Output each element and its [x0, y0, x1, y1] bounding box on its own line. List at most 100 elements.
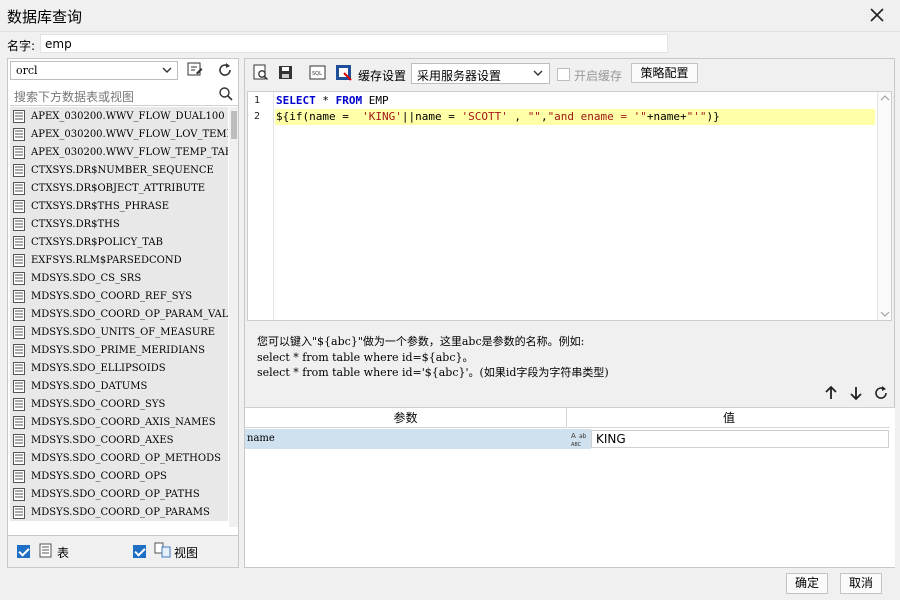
list-item[interactable]: CTXSYS.DR$NUMBER_SEQUENCE [10, 161, 228, 179]
strategy-config-button[interactable]: 策略配置 [631, 63, 698, 83]
list-item[interactable]: MDSYS.SDO_COORD_OPS [10, 467, 228, 485]
table-icon [13, 343, 25, 357]
code-string: "and ename = '" [547, 110, 647, 123]
table-name: APEX_030200.WWV_FLOW_TEMP_TABLE [31, 146, 228, 158]
table-icon [13, 433, 25, 447]
table-name: APEX_030200.WWV_FLOW_LOV_TEMP [31, 128, 228, 140]
cache-settings-icon[interactable] [335, 64, 353, 82]
table-icon [13, 469, 25, 483]
list-item[interactable]: MDSYS.SDO_COORD_OP_METHODS [10, 449, 228, 467]
table-search[interactable]: 搜索下方数据表或视图 [10, 84, 238, 106]
table-icon [13, 127, 25, 141]
code-string: "'" [686, 110, 707, 123]
table-icon [13, 379, 25, 393]
table-name: CTXSYS.DR$POLICY_TAB [31, 236, 163, 248]
move-up-icon[interactable] [823, 385, 839, 401]
list-item[interactable]: MDSYS.SDO_COORD_OP_PARAMS [10, 503, 228, 521]
value-type-button[interactable]: A ab ABC [567, 429, 591, 449]
refresh-icon [219, 63, 231, 76]
code-token: ${if(name = [276, 110, 356, 123]
code-token: , [540, 110, 548, 123]
preview-icon[interactable] [252, 64, 270, 82]
scroll-down-icon[interactable] [880, 310, 890, 318]
list-item[interactable]: MDSYS.SDO_ELLIPSOIDS [10, 359, 228, 377]
line-number: 1 [254, 95, 261, 106]
table-name: EXFSYS.RLM$PARSEDCOND [31, 254, 182, 266]
show-views-checkbox[interactable] [133, 545, 146, 558]
list-item[interactable]: MDSYS.SDO_DATUMS [10, 377, 228, 395]
list-item[interactable]: MDSYS.SDO_COORD_REF_SYS [10, 287, 228, 305]
datasource-select[interactable]: orcl [10, 61, 178, 80]
list-item[interactable]: APEX_030200.WWV_FLOW_TEMP_TABLE [10, 143, 228, 161]
refresh-button[interactable] [214, 59, 236, 81]
move-down-icon[interactable] [848, 385, 864, 401]
list-item[interactable]: MDSYS.SDO_COORD_OP_PATHS [10, 485, 228, 503]
name-input[interactable]: emp [40, 34, 668, 53]
scrollbar-thumb[interactable] [231, 111, 237, 139]
query-panel: SQL 缓存设置 采用服务器设置 开启缓存 策略配置 1 2 SELECT * … [244, 58, 895, 568]
table-icon [13, 487, 25, 501]
sql-icon[interactable]: SQL [309, 64, 327, 82]
table-icon [13, 109, 25, 123]
refresh-params-icon[interactable] [873, 385, 889, 401]
svg-text:ab: ab [579, 433, 587, 440]
save-icon[interactable] [277, 64, 295, 82]
table-browser-panel: orcl 搜索下方数据表或视图 APEX_030200.WWV_FLOW_DUA… [7, 58, 239, 568]
svg-text:SQL: SQL [312, 71, 322, 77]
search-icon[interactable] [218, 86, 234, 102]
table-name: MDSYS.SDO_DATUMS [31, 380, 148, 392]
sql-keyword: SELECT [276, 94, 316, 107]
list-item[interactable]: CTXSYS.DR$OBJECT_ATTRIBUTE [10, 179, 228, 197]
ok-button[interactable]: 确定 [786, 573, 828, 594]
code-string: "" [527, 110, 541, 123]
svg-text:A: A [571, 432, 576, 440]
table-name: MDSYS.SDO_CS_SRS [31, 272, 142, 284]
table-name: MDSYS.SDO_PRIME_MERIDIANS [31, 344, 206, 356]
list-item[interactable]: MDSYS.SDO_COORD_AXIS_NAMES [10, 413, 228, 431]
param-value-input[interactable]: KING [591, 430, 889, 448]
sql-text: * [315, 94, 336, 107]
sql-text: EMP [362, 94, 389, 107]
list-item[interactable]: MDSYS.SDO_COORD_AXES [10, 431, 228, 449]
list-item[interactable]: CTXSYS.DR$THS_PHRASE [10, 197, 228, 215]
table-icon [13, 253, 25, 267]
name-label: 名字: [7, 39, 36, 53]
sql-editor[interactable]: 1 2 SELECT * FROM EMP ${if(name = 'KING'… [247, 91, 892, 321]
list-item[interactable]: CTXSYS.DR$THS [10, 215, 228, 233]
datasource-edit-button[interactable] [184, 59, 206, 81]
list-item[interactable]: MDSYS.SDO_PRIME_MERIDIANS [10, 341, 228, 359]
editor-scrollbar[interactable] [877, 92, 891, 320]
table-list: APEX_030200.WWV_FLOW_DUAL100 APEX_030200.… [10, 107, 228, 527]
list-item[interactable]: MDSYS.SDO_CS_SRS [10, 269, 228, 287]
list-item[interactable]: MDSYS.SDO_COORD_OP_PARAM_VALS [10, 305, 228, 323]
table-icon [13, 163, 25, 177]
help-text-line-2: select * from table where id=${abc}。 [257, 351, 474, 364]
table-icon [13, 397, 25, 411]
close-icon[interactable] [866, 4, 888, 26]
show-tables-checkbox[interactable] [17, 545, 30, 558]
enable-cache-checkbox[interactable] [557, 68, 570, 81]
list-item[interactable]: EXFSYS.RLM$PARSEDCOND [10, 251, 228, 269]
table-name: MDSYS.SDO_COORD_OP_PARAM_VALS [31, 308, 228, 320]
table-row[interactable]: name A ab ABC KING [245, 429, 890, 449]
list-item[interactable]: CTXSYS.DR$POLICY_TAB [10, 233, 228, 251]
table-icon [13, 307, 25, 321]
table-name: MDSYS.SDO_COORD_AXIS_NAMES [31, 416, 216, 428]
table-list-scrollbar[interactable] [229, 107, 238, 527]
help-text-line-1: 您可以键入"${abc}"做为一个参数，这里abc是参数的名称。例如: [257, 335, 585, 348]
list-item[interactable]: MDSYS.SDO_UNITS_OF_MEASURE [10, 323, 228, 341]
scroll-up-icon[interactable] [880, 94, 890, 102]
cache-mode-select[interactable]: 采用服务器设置 [411, 63, 550, 84]
filter-bar: 表 视图 [8, 535, 238, 567]
table-icon [13, 181, 25, 195]
table-icon [13, 361, 25, 375]
list-item[interactable]: APEX_030200.WWV_FLOW_LOV_TEMP [10, 125, 228, 143]
table-icon [13, 271, 25, 285]
show-views-label: 视图 [174, 546, 199, 560]
cancel-button[interactable]: 取消 [840, 573, 882, 594]
list-item[interactable]: MDSYS.SDO_COORD_SYS [10, 395, 228, 413]
list-item[interactable]: APEX_030200.WWV_FLOW_DUAL100 [10, 107, 228, 125]
window-title: 数据库查询 [7, 8, 83, 26]
code-token: ||name = [401, 110, 462, 123]
table-icon [13, 325, 25, 339]
